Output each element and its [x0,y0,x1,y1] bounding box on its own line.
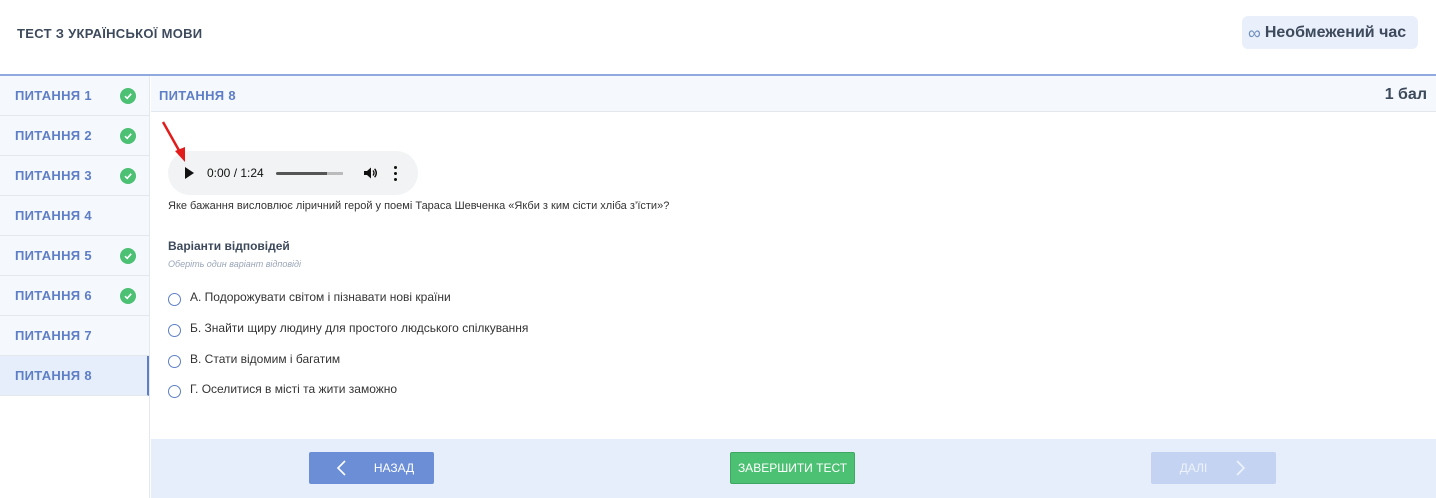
radio-button[interactable] [168,354,181,368]
next-button-label: ДАЛІ [1179,461,1208,475]
question-points: 1 бал [1384,86,1427,103]
answer-option-d[interactable]: Г. Оселитися в місті та жити заможно [168,380,397,398]
check-circle-icon [120,288,136,304]
timer-label: Необмежений час [1264,23,1407,41]
variants-hint: Оберіть один варіант відповіді [168,259,302,269]
answer-option-label: Б. Знайти щиру людину для простого людсь… [190,321,529,335]
check-circle-icon [120,88,136,104]
navigation-footer: НАЗАД ЗАВЕРШИТИ ТЕСТ ДАЛІ [151,439,1436,498]
header: ТЕСТ З УКРАЇНСЬКОЇ МОВИ ∞ Необмежений ча… [0,0,1436,75]
sidebar-item-label: ПИТАННЯ 5 [15,248,92,263]
sidebar-item-label: ПИТАННЯ 3 [15,168,92,183]
sidebar-item-question-2[interactable]: ПИТАННЯ 2 [0,116,149,156]
sidebar-item-question-3[interactable]: ПИТАННЯ 3 [0,156,149,196]
sidebar-item-question-5[interactable]: ПИТАННЯ 5 [0,236,149,276]
question-panel: ПИТАННЯ 8 1 бал 0:00 / 1:24 Яке бажання … [151,76,1436,498]
answer-option-b[interactable]: Б. Знайти щиру людину для простого людсь… [168,319,528,337]
sidebar-item-label: ПИТАННЯ 2 [15,128,92,143]
answer-option-label: Г. Оселитися в місті та жити заможно [190,382,398,396]
question-header: ПИТАННЯ 8 1 бал [151,76,1436,112]
sidebar-item-question-8[interactable]: ПИТАННЯ 8 [0,356,149,396]
sidebar-item-label: ПИТАННЯ 1 [15,88,92,103]
test-title: ТЕСТ З УКРАЇНСЬКОЇ МОВИ [17,26,203,41]
check-circle-icon [120,168,136,184]
question-text: Яке бажання висловлює ліричний герой у п… [168,200,670,212]
finish-test-label: ЗАВЕРШИТИ ТЕСТ [737,461,848,475]
sidebar-item-label: ПИТАННЯ 4 [15,208,92,223]
chevron-right-icon [1236,460,1246,476]
question-number: ПИТАННЯ 8 [159,88,236,103]
sidebar-item-question-4[interactable]: ПИТАННЯ 4 [0,196,149,236]
audio-seek-bar[interactable] [276,172,343,175]
sidebar-item-question-1[interactable]: ПИТАННЯ 1 [0,76,149,116]
check-circle-icon [120,128,136,144]
answer-option-a[interactable]: А. Подорожувати світом і пізнавати нові … [168,288,451,306]
more-options-icon[interactable] [394,165,398,181]
infinity-icon: ∞ [1248,22,1261,43]
timer-badge: ∞ Необмежений час [1242,16,1418,49]
annotation-arrow [161,121,185,162]
chevron-left-icon [336,460,346,476]
variants-title: Варіанти відповідей [168,239,290,253]
sidebar-item-label: ПИТАННЯ 8 [15,368,92,383]
radio-button[interactable] [168,323,181,337]
finish-test-button[interactable]: ЗАВЕРШИТИ ТЕСТ [730,452,855,484]
question-sidebar: ПИТАННЯ 1 ПИТАННЯ 2 ПИТАННЯ 3 ПИТАННЯ 4 … [0,76,150,498]
sidebar-item-label: ПИТАННЯ 6 [15,288,92,303]
check-circle-icon [120,248,136,264]
answer-option-label: В. Стати відомим і багатим [190,352,341,366]
audio-player: 0:00 / 1:24 [168,151,418,195]
sidebar-item-label: ПИТАННЯ 7 [15,328,92,343]
play-icon[interactable] [185,167,194,179]
back-button[interactable]: НАЗАД [309,452,434,484]
back-button-label: НАЗАД [373,461,415,475]
sidebar-item-question-7[interactable]: ПИТАННЯ 7 [0,316,149,356]
radio-button[interactable] [168,292,181,306]
radio-button[interactable] [168,384,181,398]
audio-time: 0:00 / 1:24 [207,166,264,180]
volume-icon[interactable] [362,165,378,181]
sidebar-item-question-6[interactable]: ПИТАННЯ 6 [0,276,149,316]
answer-option-c[interactable]: В. Стати відомим і багатим [168,350,340,368]
answer-option-label: А. Подорожувати світом і пізнавати нові … [190,290,451,304]
next-button[interactable]: ДАЛІ [1151,452,1276,484]
